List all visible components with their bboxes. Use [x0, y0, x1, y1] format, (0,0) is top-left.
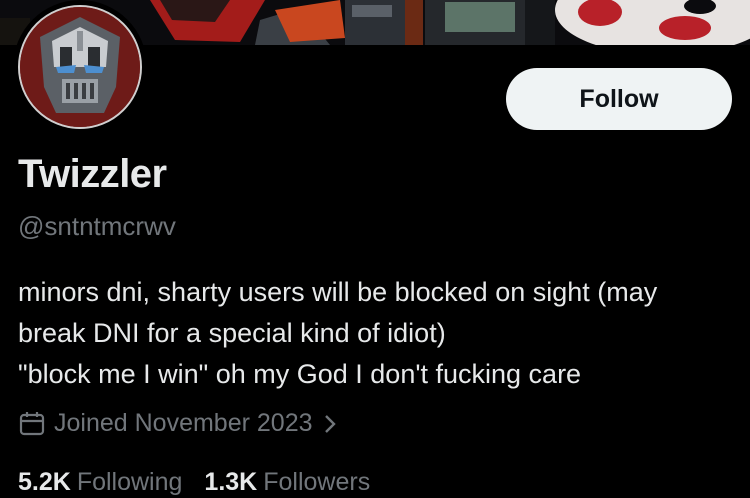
display-name: Twizzler	[18, 152, 167, 196]
bio-line: minors dni, sharty users will be blocked…	[18, 277, 658, 307]
followers-count: 1.3K	[204, 468, 258, 496]
bio-line: "block me I win" oh my God I don't fucki…	[18, 359, 582, 389]
chevron-right-icon	[324, 414, 336, 433]
joined-label: Joined November 2023	[54, 409, 313, 437]
calendar-icon	[19, 411, 45, 435]
following-count: 5.2K	[18, 468, 71, 496]
following-link[interactable]: 5.2K Following	[18, 468, 182, 497]
avatar-image	[18, 5, 142, 129]
avatar[interactable]	[13, 0, 147, 134]
profile-bio: minors dni, sharty users will be blocked…	[18, 272, 738, 395]
following-label: Following	[76, 468, 183, 496]
follow-button[interactable]: Follow	[506, 68, 732, 130]
bio-line: break DNI for a special kind of idiot)	[18, 318, 446, 348]
user-handle: @sntntmcrwv	[18, 211, 176, 241]
profile-stats: 5.2K Following 1.3K Followers	[18, 468, 370, 497]
followers-label: Followers	[263, 468, 371, 496]
joined-date[interactable]: Joined November 2023	[18, 409, 345, 438]
followers-link[interactable]: 1.3K Followers	[204, 468, 370, 497]
